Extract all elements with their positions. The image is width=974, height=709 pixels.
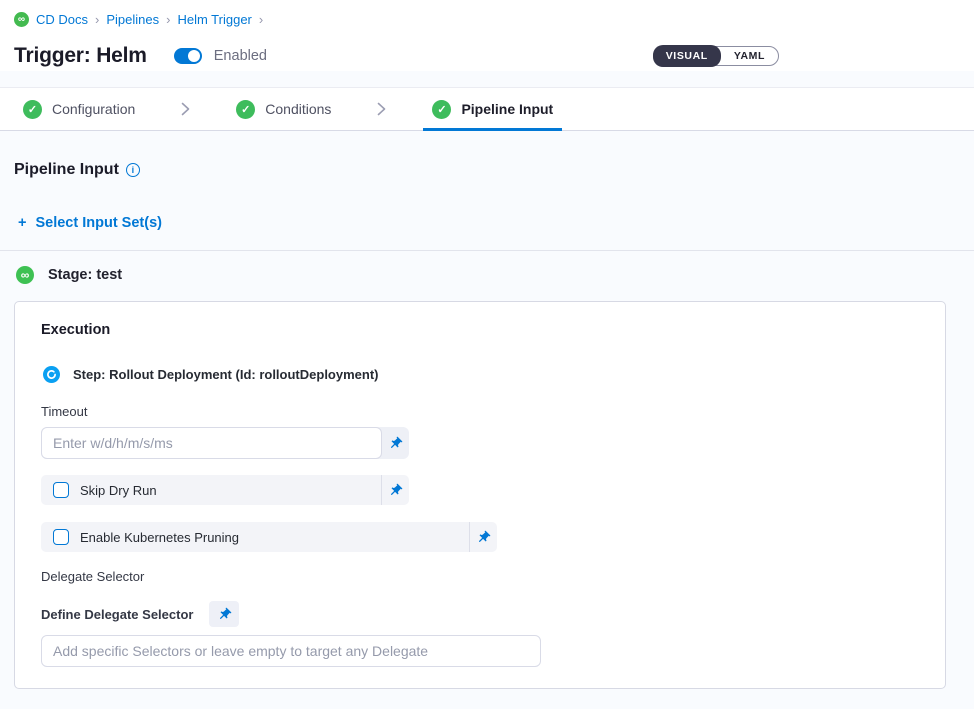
select-input-sets-link[interactable]: + Select Input Set(s) — [18, 215, 162, 231]
pin-icon[interactable] — [381, 475, 409, 505]
enabled-toggle-label: Enabled — [214, 48, 267, 64]
tab-label: Conditions — [265, 101, 331, 117]
page-header: ∞ CD Docs › Pipelines › Helm Trigger › T… — [0, 0, 974, 71]
visual-button[interactable]: VISUAL — [653, 45, 721, 67]
enable-kubernetes-pruning-label: Enable Kubernetes Pruning — [80, 530, 239, 545]
pipeline-input-panel: Pipeline Input i + Select Input Set(s) ∞… — [0, 161, 974, 689]
skip-dry-run-label: Skip Dry Run — [80, 483, 157, 498]
execution-card: Execution Step: Rollout Deployment (Id: … — [14, 301, 946, 689]
breadcrumb-link-cd-docs[interactable]: CD Docs — [36, 12, 88, 27]
chevron-right-icon — [377, 101, 386, 117]
check-circle-icon: ✓ — [23, 100, 42, 119]
breadcrumb-separator: › — [259, 12, 263, 27]
tab-pipeline-input[interactable]: ✓ Pipeline Input — [423, 88, 562, 130]
breadcrumb-link-helm-trigger[interactable]: Helm Trigger — [177, 12, 251, 27]
visual-yaml-toggle: VISUAL YAML — [653, 46, 779, 66]
execution-title: Execution — [41, 322, 919, 338]
harness-cd-icon: ∞ — [14, 12, 29, 27]
toggle-knob — [188, 50, 200, 62]
define-delegate-selector-label: Define Delegate Selector — [41, 607, 193, 622]
info-icon[interactable]: i — [126, 163, 140, 177]
delegate-selector-label: Delegate Selector — [41, 569, 919, 584]
title-row: Trigger: Helm Enabled VISUAL YAML — [0, 41, 974, 71]
tab-configuration[interactable]: ✓ Configuration — [14, 88, 144, 130]
breadcrumb-link-pipelines[interactable]: Pipelines — [106, 12, 159, 27]
enable-kubernetes-pruning-checkbox[interactable] — [53, 529, 69, 545]
tab-label: Pipeline Input — [461, 101, 553, 117]
skip-dry-run-checkbox[interactable] — [53, 482, 69, 498]
select-input-sets-label: Select Input Set(s) — [35, 215, 162, 231]
check-circle-icon: ✓ — [236, 100, 255, 119]
stage-row[interactable]: ∞ Stage: test — [0, 251, 974, 299]
page-title: Trigger: Helm — [14, 44, 147, 68]
plus-icon: + — [18, 215, 26, 231]
timeout-input[interactable] — [41, 427, 382, 459]
tab-conditions[interactable]: ✓ Conditions — [227, 88, 340, 130]
harness-cd-icon: ∞ — [16, 266, 34, 284]
skip-dry-run-row: Skip Dry Run — [41, 475, 409, 505]
timeout-label: Timeout — [41, 404, 919, 419]
step-label: Step: Rollout Deployment (Id: rolloutDep… — [73, 367, 379, 382]
enable-kubernetes-pruning-row: Enable Kubernetes Pruning — [41, 522, 497, 552]
stage-label: Stage: test — [48, 267, 122, 283]
breadcrumb-separator: › — [166, 12, 170, 27]
define-delegate-selector-row: Define Delegate Selector — [41, 600, 919, 628]
step-row: Step: Rollout Deployment (Id: rolloutDep… — [43, 366, 919, 383]
breadcrumb-separator: › — [95, 12, 99, 27]
pin-icon[interactable] — [469, 522, 497, 552]
enabled-toggle[interactable] — [174, 48, 202, 64]
tab-label: Configuration — [52, 101, 135, 117]
delegate-selectors-input[interactable] — [41, 635, 541, 667]
section-title: Pipeline Input — [14, 161, 119, 179]
wizard-tabs: ✓ Configuration ✓ Conditions ✓ Pipeline … — [0, 87, 974, 131]
rollout-deployment-step-icon — [43, 366, 60, 383]
breadcrumb: ∞ CD Docs › Pipelines › Helm Trigger › — [0, 12, 974, 27]
timeout-field-group — [41, 427, 409, 459]
chevron-right-icon — [181, 101, 190, 117]
pin-icon[interactable] — [382, 427, 409, 459]
pin-button[interactable] — [209, 601, 239, 627]
yaml-button[interactable]: YAML — [721, 46, 778, 66]
check-circle-icon: ✓ — [432, 100, 451, 119]
